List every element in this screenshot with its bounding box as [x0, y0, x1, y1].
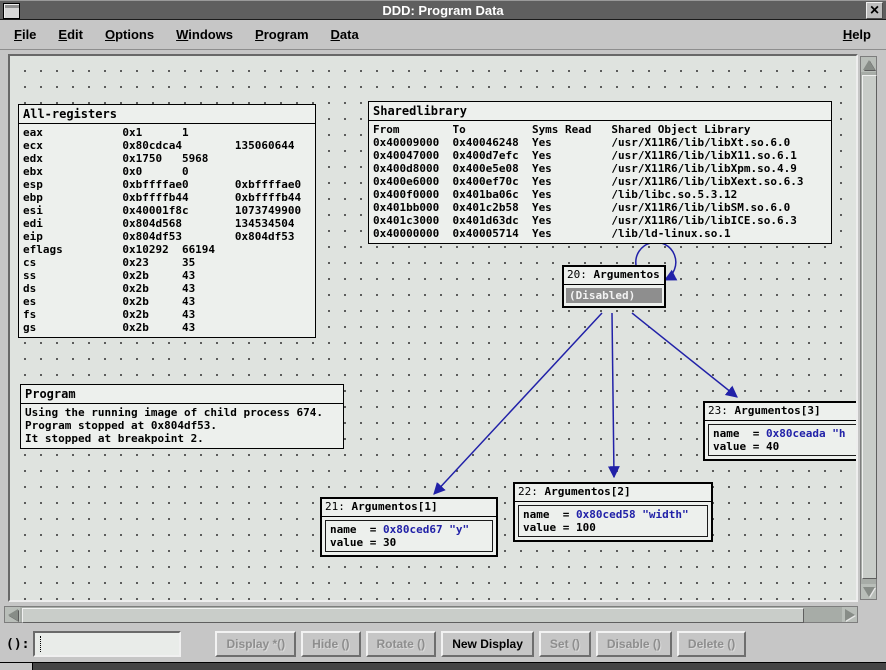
button-hide[interactable]: Hide () — [301, 631, 360, 657]
display-header[interactable]: 22: Argumentos[2] — [515, 484, 711, 502]
toolbar-buttons: Display *()Hide ()Rotate ()New DisplaySe… — [215, 631, 746, 657]
menu-item-edit[interactable]: Edit — [47, 24, 94, 45]
edge-20-22 — [612, 313, 614, 477]
titlebar[interactable]: DDD: Program Data × — [0, 0, 886, 20]
display-field-name[interactable]: name = 0x80ceada "h — [713, 427, 858, 440]
data-canvas[interactable]: All-registers eax 0x1 1 ecx 0x80cdca4 13… — [8, 54, 858, 602]
argument-input[interactable] — [33, 631, 181, 657]
horizontal-scrollbar[interactable] — [4, 606, 858, 623]
menu-item-help[interactable]: Help — [832, 24, 882, 45]
display-node-22[interactable]: 22: Argumentos[2] name = 0x80ced58 "widt… — [513, 482, 713, 542]
close-icon[interactable]: × — [866, 2, 883, 19]
window-menu-icon[interactable] — [3, 3, 20, 19]
display-value-box[interactable]: name = 0x80ced58 "width"value = 100 — [518, 505, 708, 537]
button-disable[interactable]: Disable () — [596, 631, 672, 657]
button-rotate[interactable]: Rotate () — [366, 631, 437, 657]
display-value-box[interactable]: name = 0x80ced67 "y"value = 30 — [325, 520, 493, 552]
menubar: FileEditOptionsWindowsProgramData Help — [0, 20, 886, 50]
program-title: Program — [21, 385, 343, 404]
menu-item-options[interactable]: Options — [94, 24, 165, 45]
horizontal-scroll-thumb[interactable] — [22, 608, 804, 623]
registers-text: eax 0x1 1 ecx 0x80cdca4 135060644 edx 0x… — [19, 124, 315, 337]
display-field-name[interactable]: name = 0x80ced67 "y" — [330, 523, 488, 536]
display-status-disabled[interactable]: (Disabled) — [566, 288, 662, 303]
program-box[interactable]: Program Using the running image of child… — [20, 384, 344, 449]
sharedlibrary-box[interactable]: Sharedlibrary From To Syms Read Shared O… — [368, 101, 832, 244]
display-header[interactable]: 20: Argumentos — [564, 267, 664, 285]
sharedlibrary-title: Sharedlibrary — [369, 102, 831, 121]
display-node-23[interactable]: 23: Argumentos[3] name = 0x80ceada "hval… — [703, 401, 858, 461]
program-text: Using the running image of child process… — [21, 404, 343, 448]
registers-title: All-registers — [19, 105, 315, 124]
display-field-value[interactable]: value = 100 — [523, 521, 703, 534]
edge-20-21 — [434, 313, 602, 494]
scroll-right-arrow-icon[interactable] — [842, 607, 857, 622]
button-delete[interactable]: Delete () — [677, 631, 746, 657]
display-field-value[interactable]: value = 40 — [713, 440, 858, 453]
display-field-name[interactable]: name = 0x80ced58 "width" — [523, 508, 703, 521]
window-title: DDD: Program Data — [0, 3, 886, 18]
scroll-left-arrow-icon[interactable] — [5, 607, 20, 622]
button-new-display[interactable]: New Display — [441, 631, 534, 657]
edge-20-23 — [632, 313, 737, 397]
scroll-up-arrow-icon[interactable] — [861, 57, 876, 72]
bottom-resize-frame[interactable] — [0, 662, 886, 670]
vertical-scrollbar[interactable] — [860, 56, 877, 600]
argument-toolbar: (): Display *()Hide ()Rotate ()New Displ… — [0, 626, 886, 662]
display-node-20[interactable]: 20: Argumentos (Disabled) — [562, 265, 666, 308]
button-display[interactable]: Display *() — [215, 631, 296, 657]
menu-item-windows[interactable]: Windows — [165, 24, 244, 45]
menu-items: FileEditOptionsWindowsProgramData — [3, 24, 370, 45]
menu-item-file[interactable]: File — [3, 24, 47, 45]
display-header[interactable]: 21: Argumentos[1] — [322, 499, 496, 517]
vertical-scroll-thumb[interactable] — [862, 75, 877, 579]
argument-prompt-label: (): — [6, 637, 29, 652]
display-node-21[interactable]: 21: Argumentos[1] name = 0x80ced67 "y"va… — [320, 497, 498, 557]
ddd-program-data-window: DDD: Program Data × FileEditOptionsWindo… — [0, 0, 886, 670]
button-set[interactable]: Set () — [539, 631, 591, 657]
bottom-left-resize-handle[interactable] — [0, 663, 33, 670]
registers-box[interactable]: All-registers eax 0x1 1 ecx 0x80cdca4 13… — [18, 104, 316, 338]
text-cursor — [40, 636, 42, 652]
sharedlibrary-text: From To Syms Read Shared Object Library … — [369, 121, 831, 243]
menu-item-data[interactable]: Data — [320, 24, 370, 45]
display-field-value[interactable]: value = 30 — [330, 536, 488, 549]
scroll-down-arrow-icon[interactable] — [861, 584, 876, 599]
display-header[interactable]: 23: Argumentos[3] — [705, 403, 858, 421]
menu-item-program[interactable]: Program — [244, 24, 319, 45]
display-value-box[interactable]: name = 0x80ceada "hvalue = 40 — [708, 424, 858, 456]
